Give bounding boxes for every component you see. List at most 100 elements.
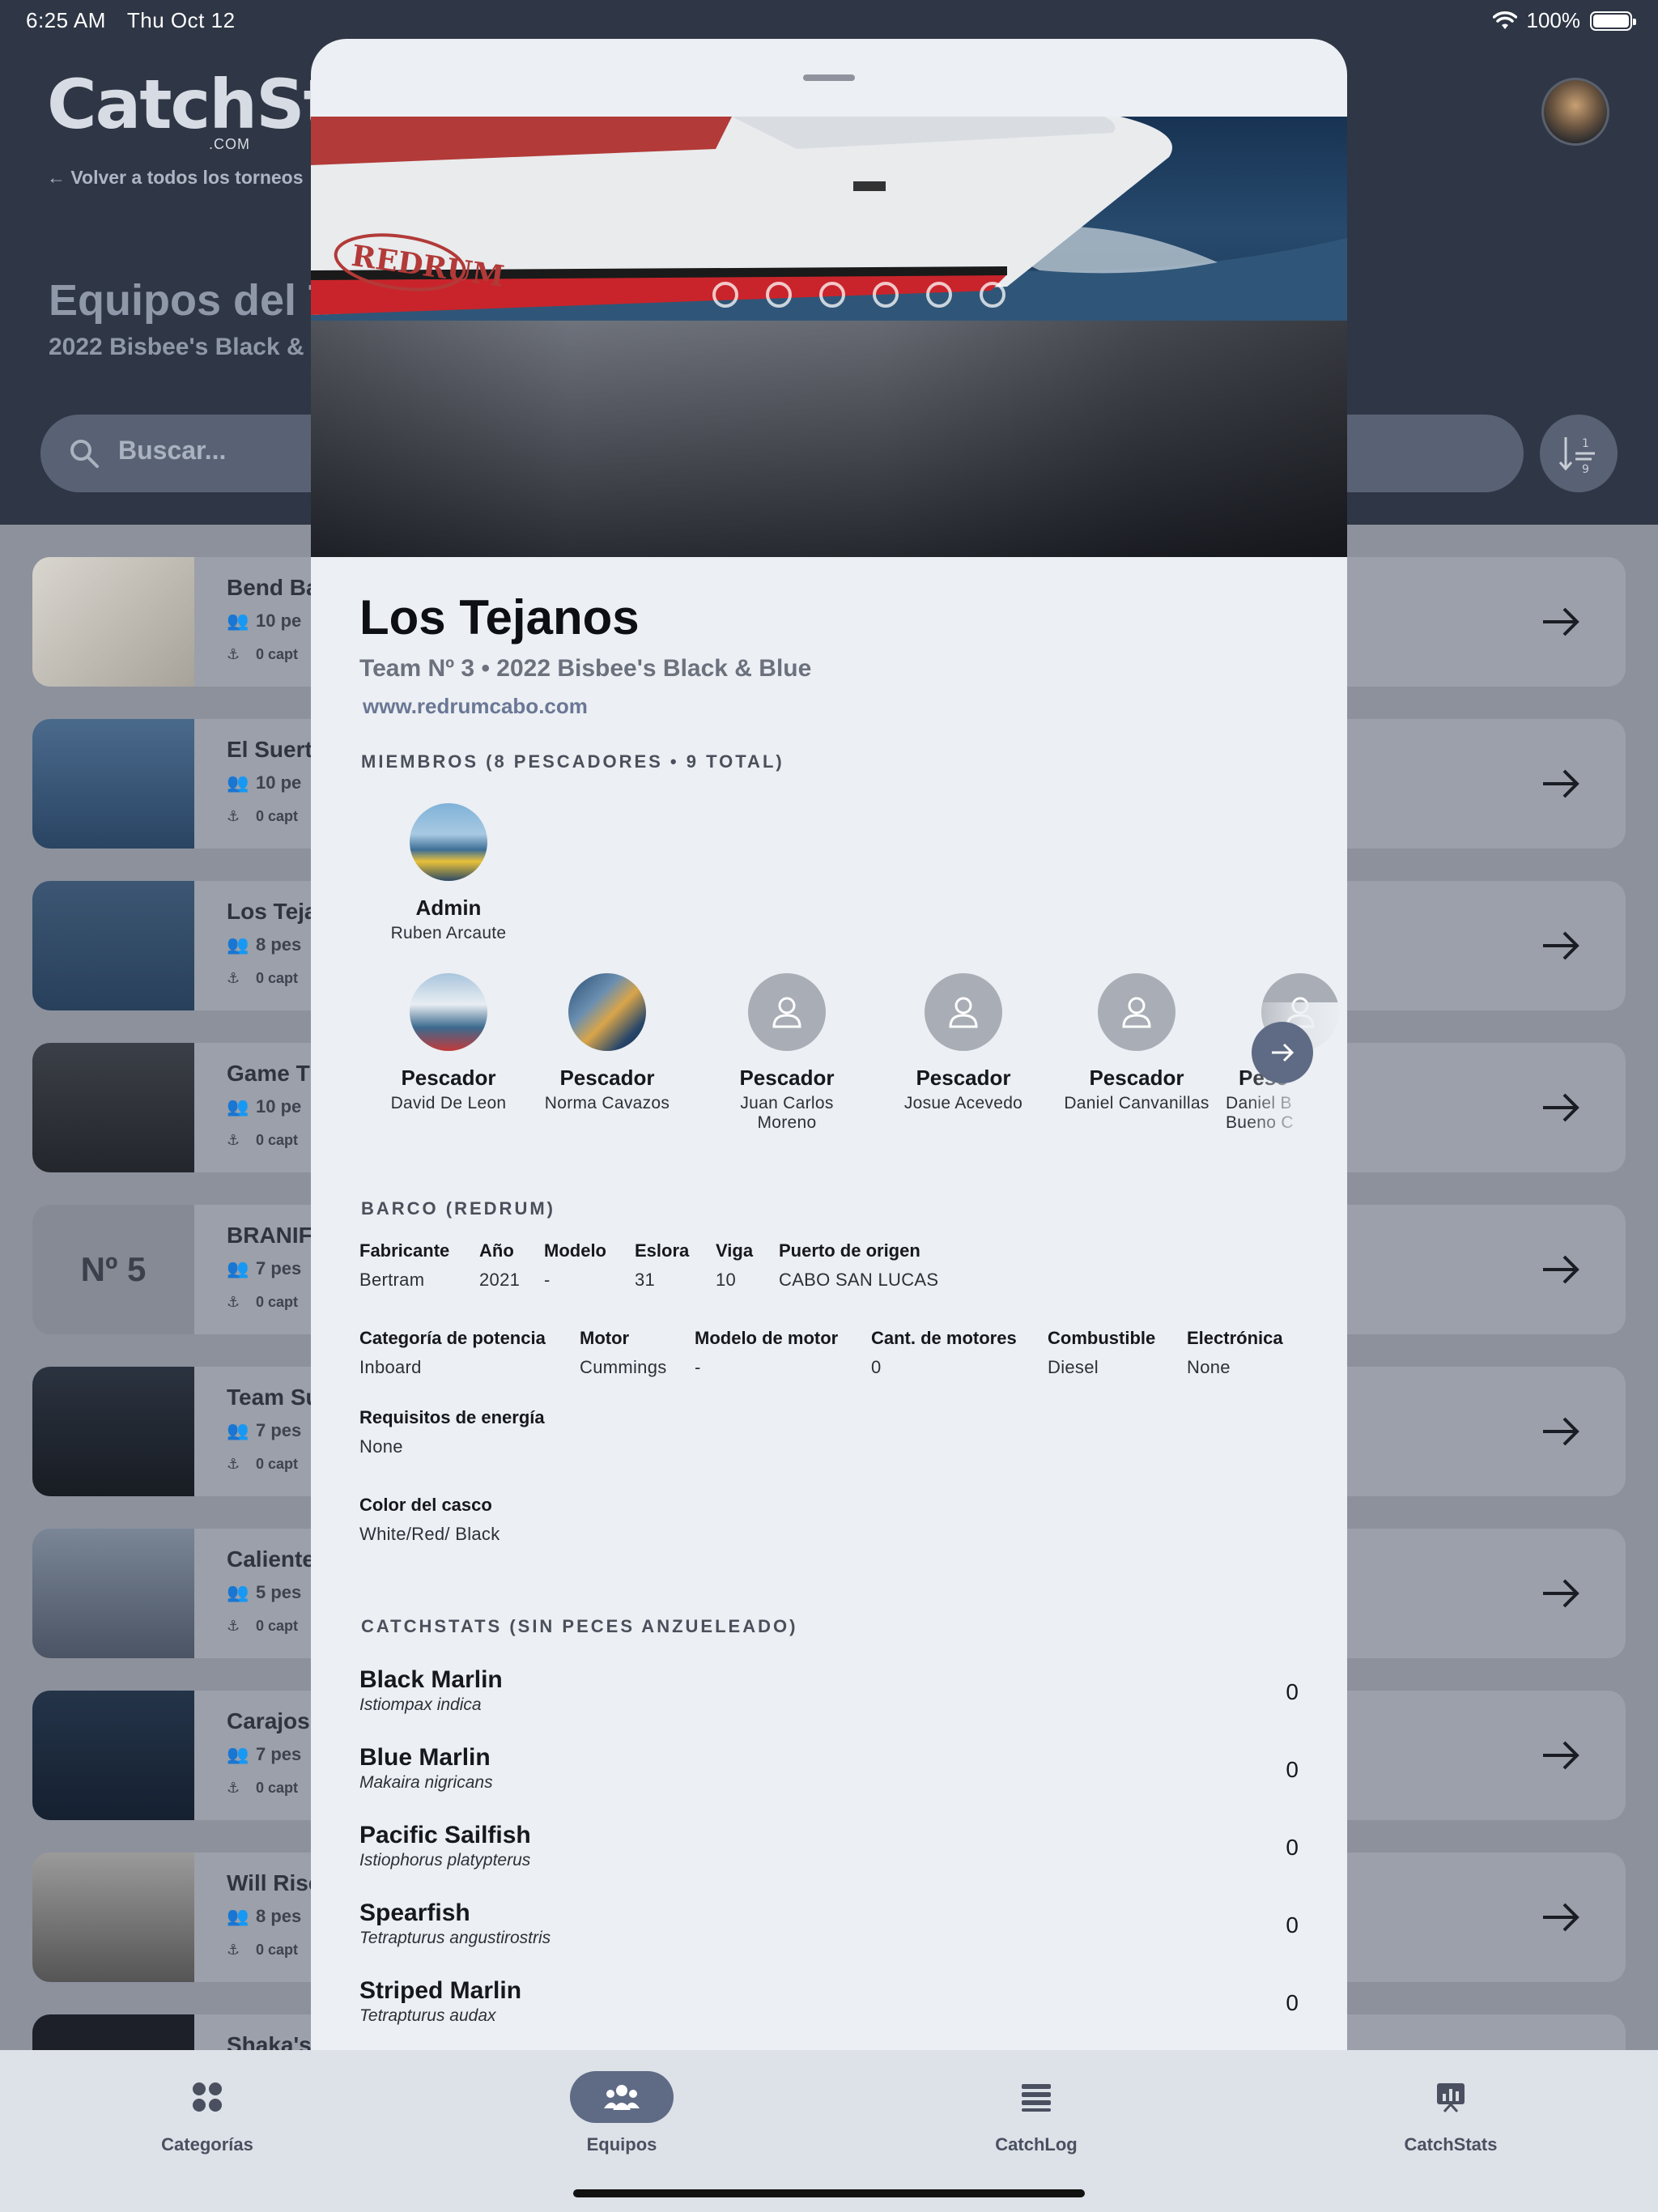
fish-stat-row[interactable]: Striped Marlin Tetrapturus audax 0 xyxy=(359,1977,1299,2050)
fish-count: 0 xyxy=(1286,1990,1299,2015)
blurred-photo-backdrop xyxy=(311,321,1347,557)
user-avatar[interactable] xyxy=(1541,78,1609,146)
battery-percent: 100% xyxy=(1526,8,1581,32)
team-card-members: 👥 10 pe xyxy=(227,610,302,631)
team-thumbnail xyxy=(32,1043,194,1172)
spec-label: Combustible xyxy=(1048,1328,1156,1348)
spec-value: Diesel xyxy=(1048,1357,1099,1377)
fish-name: Black Marlin xyxy=(359,1666,503,1693)
arrow-right-icon xyxy=(1543,1579,1579,1608)
member-name: Juan Carlos Moreno xyxy=(740,1094,834,1133)
team-card-members: 👥 7 pes xyxy=(227,1420,302,1440)
carousel-dot[interactable] xyxy=(819,282,845,308)
team-card-members: 👥 7 pes xyxy=(227,1744,302,1764)
back-to-tournaments-link[interactable]: ← Volver a todos los torneos xyxy=(47,167,304,189)
team-website-link[interactable]: www.redrumcabo.com xyxy=(363,694,1299,719)
catchstats-heading: CATCHSTATS (SIN PECES ANZUELEADO) xyxy=(361,1616,798,1636)
list-icon xyxy=(984,2071,1088,2123)
spec-value: - xyxy=(544,1270,551,1290)
fish-stat-row[interactable]: Black Marlin Istiompax indica 0 xyxy=(359,1666,1299,1739)
tab-categorias[interactable]: Categorías xyxy=(86,2071,329,2155)
members-heading: MIEMBROS (8 PESCADORES • 9 TOTAL) xyxy=(361,751,784,772)
search-placeholder: Buscar... xyxy=(118,436,227,465)
team-card-name: Game Ti xyxy=(227,1061,316,1086)
spec-label: Electrónica xyxy=(1187,1328,1283,1348)
member-name: Norma Cavazos xyxy=(544,1094,670,1112)
tab-catchstats[interactable]: CatchStats xyxy=(1329,2071,1572,2155)
member-angler[interactable]: Pescador Josue Acevedo xyxy=(874,973,1052,1113)
fish-count: 0 xyxy=(1286,1835,1299,1860)
wifi-icon xyxy=(1492,11,1517,29)
carousel-dot[interactable] xyxy=(980,282,1005,308)
team-card-name: Bend Ba xyxy=(227,575,319,600)
member-angler[interactable]: Pescador Juan Carlos Moreno xyxy=(698,973,876,1133)
member-angler[interactable]: Pescador Norma Cavazos xyxy=(518,973,696,1113)
team-card-members: 👥 5 pes xyxy=(227,1582,302,1602)
team-thumbnail xyxy=(32,881,194,1010)
battery-icon xyxy=(1590,11,1636,31)
status-date: Thu Oct 12 xyxy=(126,8,236,32)
status-time: 6:25 AM xyxy=(26,8,106,32)
team-card-members: 👥 8 pes xyxy=(227,934,302,955)
boat-photo-carousel[interactable]: REDRUM xyxy=(311,117,1347,557)
carousel-dot[interactable] xyxy=(766,282,792,308)
member-angler[interactable]: Pescador David De Leon xyxy=(359,973,538,1113)
team-card-catches: ⚓ 0 capt xyxy=(227,1132,299,1148)
fish-stat-row[interactable]: Pacific Sailfish Istiophorus platypterus… xyxy=(359,1822,1299,1895)
spec-label: Modelo de motor xyxy=(695,1328,839,1348)
carousel-dot[interactable] xyxy=(926,282,952,308)
team-card-catches: ⚓ 0 capt xyxy=(227,808,299,824)
tab-equipos[interactable]: Equipos xyxy=(500,2071,743,2155)
team-number-thumbnail: Nº 5 xyxy=(32,1205,194,1334)
tab-catchlog[interactable]: CatchLog xyxy=(915,2071,1158,2155)
person-icon xyxy=(1098,973,1175,1051)
spec-model: Modelo - xyxy=(544,1240,606,1291)
sheet-grabber[interactable] xyxy=(803,74,855,81)
spec-label: Eslora xyxy=(635,1240,690,1261)
carousel-dot[interactable] xyxy=(873,282,899,308)
fish-name: Spearfish xyxy=(359,1899,470,1926)
spec-year: Año 2021 xyxy=(479,1240,520,1291)
spec-value: 31 xyxy=(635,1270,656,1290)
logo-domain: .COM xyxy=(209,136,250,152)
spec-manufacturer: Fabricante Bertram xyxy=(359,1240,449,1291)
team-detail-sheet: REDRUM Los Tejanos Team Nº 3 • 2022 Bisb… xyxy=(311,39,1347,2050)
status-bar-right: 100% xyxy=(1492,8,1636,33)
boat-heading: BARCO (REDRUM) xyxy=(361,1198,555,1219)
arrow-right-icon xyxy=(1543,1093,1579,1122)
member-admin[interactable]: Admin Ruben Arcaute xyxy=(359,803,538,943)
search-icon xyxy=(70,440,99,468)
fish-scientific-name: Istiompax indica xyxy=(359,1695,482,1714)
spec-power-category: Categoría de potencia Inboard xyxy=(359,1328,546,1378)
tab-label: Categorías xyxy=(161,2134,253,2155)
carousel-dot[interactable] xyxy=(712,282,738,308)
stats-icon xyxy=(1399,2071,1503,2123)
member-name: David De Leon xyxy=(390,1094,507,1112)
fish-scientific-name: Makaira nigricans xyxy=(359,1773,493,1792)
team-card-catches: ⚓ 0 capt xyxy=(227,1294,299,1310)
team-card-catches: ⚓ 0 capt xyxy=(227,1942,299,1958)
spec-value: 2021 xyxy=(479,1270,521,1290)
spec-value: Inboard xyxy=(359,1357,422,1377)
team-card-catches: ⚓ 0 capt xyxy=(227,970,299,986)
fish-stat-row[interactable]: Spearfish Tetrapturus angustirostris 0 xyxy=(359,1899,1299,1972)
spec-engine-count: Cant. de motores 0 xyxy=(871,1328,1017,1378)
spec-label: Fabricante xyxy=(359,1240,450,1261)
arrow-right-icon xyxy=(1272,1043,1295,1062)
carousel-dots[interactable] xyxy=(712,282,1005,308)
members-next-button[interactable] xyxy=(1252,1022,1313,1083)
spec-value: Cummings xyxy=(580,1357,667,1377)
tab-label: CatchStats xyxy=(1404,2134,1498,2155)
spec-home-port: Puerto de origen CABO SAN LUCAS xyxy=(779,1240,938,1291)
team-card-name: Carajos xyxy=(227,1708,310,1733)
fish-scientific-name: Istiophorus platypterus xyxy=(359,1851,531,1870)
boat-photo: REDRUM xyxy=(311,117,1347,321)
sort-button[interactable]: 1 9 xyxy=(1540,415,1618,492)
spec-label: Color del casco xyxy=(359,1495,492,1515)
spec-engine-model: Modelo de motor - xyxy=(695,1328,838,1378)
status-bar-left: 6:25 AM Thu Oct 12 xyxy=(26,8,236,33)
team-thumbnail xyxy=(32,1367,194,1496)
team-thumbnail xyxy=(32,1853,194,1982)
fish-stat-row[interactable]: Blue Marlin Makaira nigricans 0 xyxy=(359,1744,1299,1817)
team-thumbnail xyxy=(32,719,194,849)
